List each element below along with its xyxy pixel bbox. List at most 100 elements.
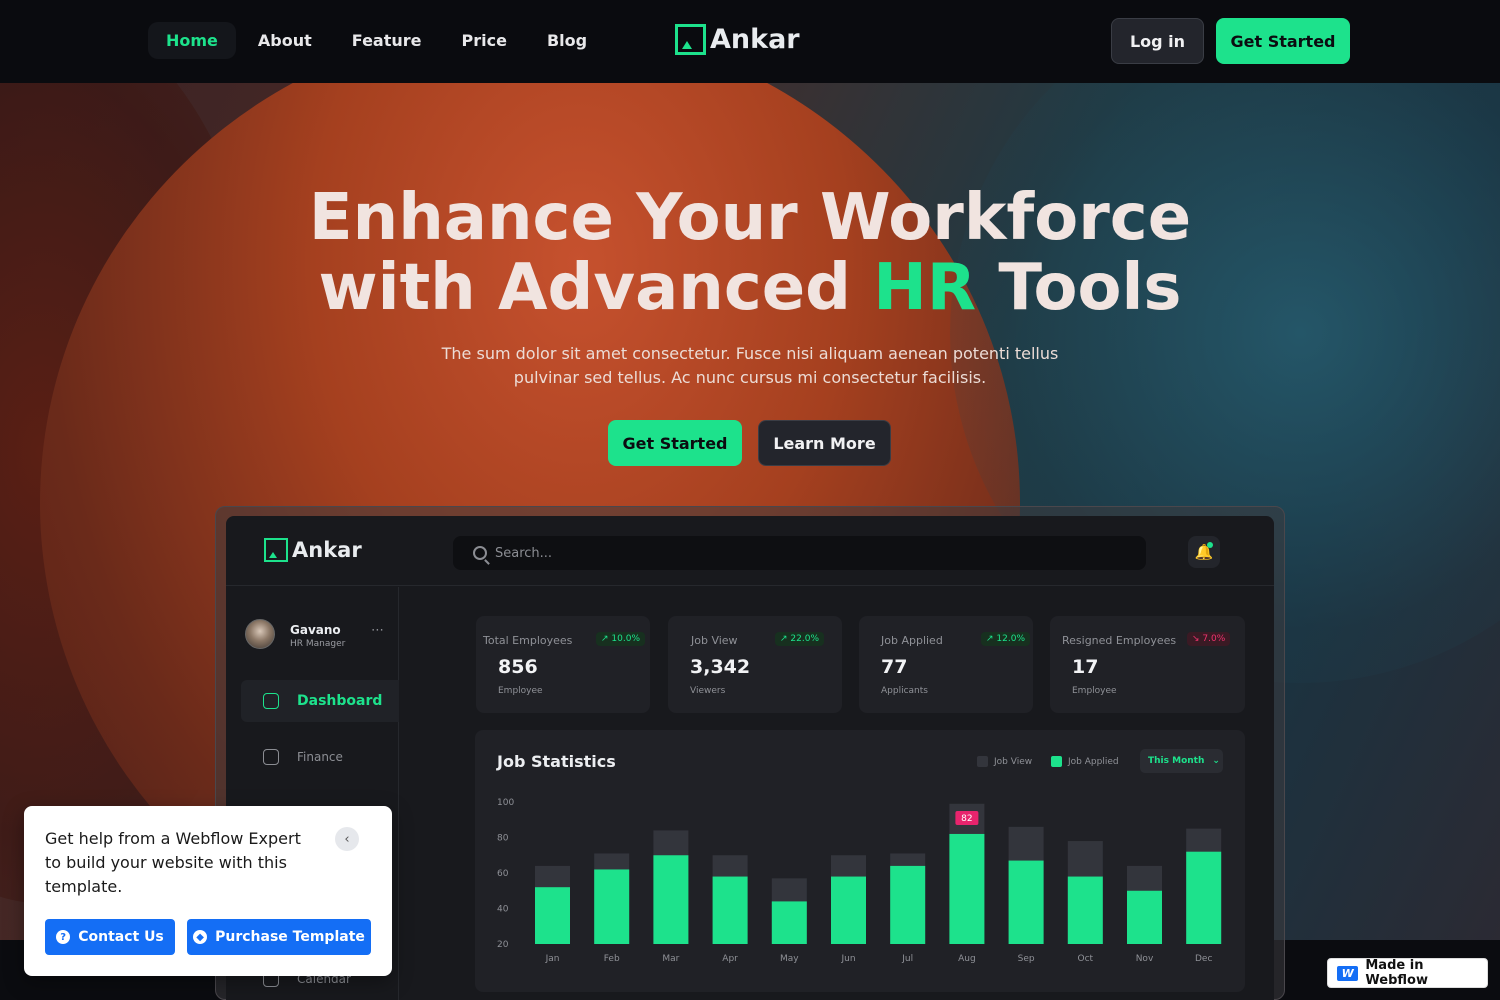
hero-title-accent: HR: [873, 251, 977, 325]
bar-job-applied: [771, 901, 807, 944]
hero-get-started-button[interactable]: Get Started: [608, 420, 742, 466]
x-tick-label: Jul: [901, 954, 913, 964]
dashboard-icon: [263, 693, 279, 709]
trend-badge: ↗ 12.0%: [981, 632, 1030, 646]
sidebar-item-finance[interactable]: Finance: [241, 736, 399, 778]
trend-badge: ↗ 22.0%: [775, 632, 824, 646]
x-tick-label: Nov: [1136, 954, 1154, 964]
avatar[interactable]: [245, 619, 275, 649]
y-tick-label: 20: [497, 940, 509, 950]
x-tick-label: Aug: [958, 954, 976, 964]
bar-job-applied: [712, 876, 748, 944]
job-statistics-card: Job Statistics Job View Job Applied This…: [475, 730, 1245, 992]
nav-link-blog[interactable]: Blog: [529, 22, 605, 59]
trend-badge: ↗ 10.0%: [596, 632, 645, 646]
bar-job-applied: [535, 887, 570, 944]
tag-icon: ◆: [193, 930, 208, 944]
bar-job-applied: [1186, 851, 1222, 944]
stat-label: Total Employees: [483, 634, 573, 647]
bar-job-applied: [1008, 860, 1044, 944]
stat-unit: Applicants: [881, 686, 928, 696]
x-tick-label: Oct: [1078, 954, 1094, 964]
webflow-help-popup: Get help from a Webflow Expert to build …: [24, 806, 392, 976]
x-tick-label: Mar: [662, 954, 679, 964]
stat-value: 856: [498, 656, 538, 678]
stat-label: Job View: [691, 634, 738, 647]
contact-us-label: Contact Us: [78, 929, 164, 945]
hero-subtitle: The sum dolor sit amet consectetur. Fusc…: [441, 344, 1059, 387]
nav-link-home[interactable]: Home: [148, 22, 236, 59]
badge-label: Made in Webflow: [1365, 958, 1428, 988]
x-tick-label: Jun: [840, 954, 855, 964]
bar-job-applied: [1127, 890, 1162, 944]
value-callout-label: 82: [961, 814, 972, 824]
stat-label: Resigned Employees: [1062, 634, 1177, 647]
stat-card-total-employees: Total Employees ↗ 10.0% 856 Employee: [476, 616, 650, 713]
dashboard-topbar: Ankar Search... 🔔: [226, 516, 1274, 586]
brand-name: Ankar: [710, 24, 800, 55]
y-tick-label: 100: [497, 798, 514, 808]
stat-unit: Employee: [498, 686, 543, 696]
user-role: HR Manager: [290, 639, 346, 649]
bar-job-applied: [831, 876, 866, 944]
search-icon: [473, 546, 487, 560]
hero-learn-more-button[interactable]: Learn More: [758, 420, 891, 466]
trend-badge: ↘ 7.0%: [1187, 632, 1231, 646]
dashboard-logo: Ankar: [264, 538, 362, 562]
stat-card-resigned-employees: Resigned Employees ↘ 7.0% 17 Employee: [1050, 616, 1245, 713]
hero-title: Enhance Your Workforce with Advanced HR …: [0, 183, 1500, 323]
logo-mark-icon: [675, 24, 706, 55]
nav-link-price[interactable]: Price: [444, 22, 525, 59]
x-tick-label: May: [780, 954, 799, 964]
question-icon: ?: [56, 930, 71, 944]
notification-button[interactable]: 🔔: [1188, 536, 1220, 568]
stat-label: Job Applied: [881, 634, 943, 647]
notification-dot: [1207, 542, 1213, 548]
stat-card-job-applied: Job Applied ↗ 12.0% 77 Applicants: [859, 616, 1033, 713]
search-placeholder: Search...: [495, 545, 553, 561]
nav-links: Home About Feature Price Blog: [148, 22, 605, 59]
y-tick-label: 40: [497, 905, 509, 915]
hero-title-line1: Enhance Your Workforce: [308, 181, 1192, 255]
stat-unit: Viewers: [690, 686, 726, 696]
purchase-template-button[interactable]: ◆ Purchase Template: [187, 919, 371, 955]
stat-card-job-view: Job View ↗ 22.0% 3,342 Viewers: [668, 616, 842, 713]
webflow-logo-icon: W: [1337, 965, 1359, 981]
hero-title-line2-post: Tools: [976, 251, 1182, 325]
sidebar-item-dashboard[interactable]: Dashboard: [241, 680, 399, 722]
sidebar-item-label: Dashboard: [297, 693, 383, 709]
bar-chart: 20 40 60 80 100 Jan Feb Mar Apr May Jun Jul Aug 82 Sep…: [497, 798, 1222, 964]
x-tick-label: Sep: [1018, 954, 1035, 964]
bar-job-applied: [890, 865, 926, 944]
stat-value: 17: [1072, 656, 1099, 678]
collapse-button[interactable]: ‹: [335, 827, 359, 851]
more-options-icon[interactable]: ⋯: [371, 623, 384, 638]
dashboard-search-input[interactable]: Search...: [453, 536, 1146, 570]
login-button[interactable]: Log in: [1111, 18, 1204, 64]
y-tick-label: 60: [497, 869, 509, 879]
x-tick-label: Apr: [722, 954, 738, 964]
stat-unit: Employee: [1072, 686, 1117, 696]
top-navbar: Home About Feature Price Blog Ankar Log …: [0, 0, 1500, 83]
contact-us-button[interactable]: ? Contact Us: [45, 919, 175, 955]
x-tick-label: Feb: [604, 954, 620, 964]
stat-value: 3,342: [690, 656, 751, 678]
made-in-webflow-badge[interactable]: W Made in Webflow: [1327, 958, 1488, 988]
sidebar-item-label: Finance: [297, 750, 343, 764]
purchase-template-label: Purchase Template: [215, 929, 365, 945]
brand-logo[interactable]: Ankar: [675, 24, 800, 55]
nav-link-about[interactable]: About: [240, 22, 330, 59]
bar-job-applied: [949, 833, 985, 944]
x-tick-label: Jan: [545, 954, 560, 964]
nav-get-started-button[interactable]: Get Started: [1216, 18, 1350, 64]
user-name: Gavano: [290, 623, 341, 637]
bar-job-applied: [1067, 876, 1103, 944]
hero-title-line2-pre: with Advanced: [318, 251, 874, 325]
nav-link-feature[interactable]: Feature: [334, 22, 440, 59]
stat-value: 77: [881, 656, 908, 678]
x-tick-label: Dec: [1195, 954, 1212, 964]
help-text: Get help from a Webflow Expert to build …: [45, 829, 301, 896]
bar-job-applied: [594, 869, 630, 944]
logo-mark-icon: [264, 538, 288, 562]
y-tick-label: 80: [497, 834, 509, 844]
